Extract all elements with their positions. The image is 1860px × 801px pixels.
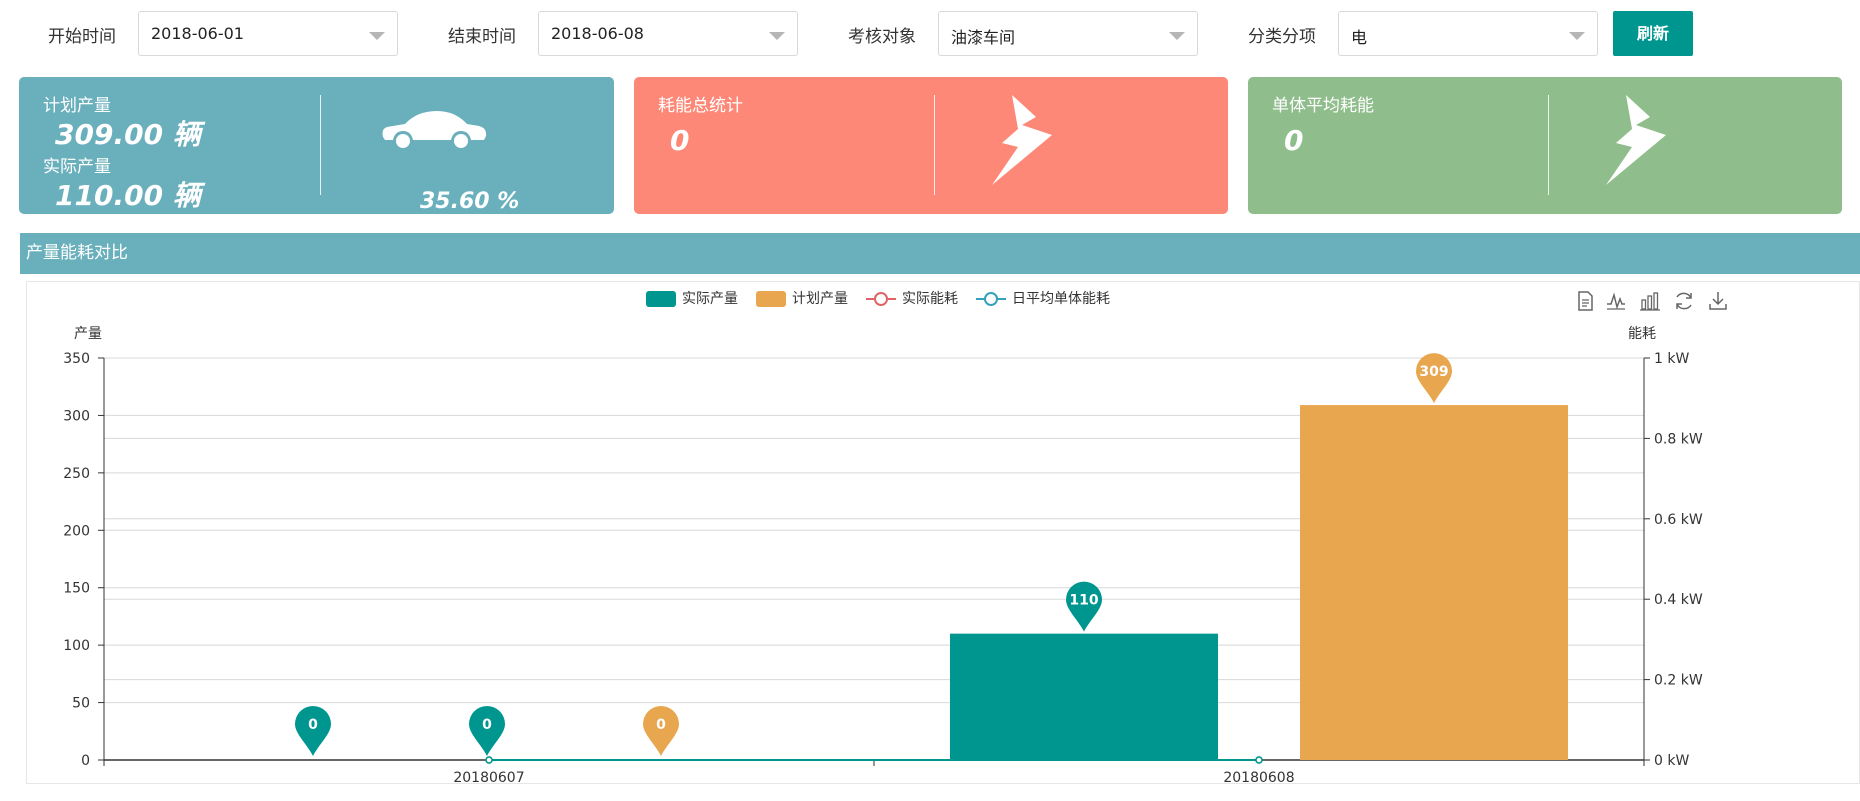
legend-label: 计划产量 bbox=[792, 291, 848, 307]
end-time-label: 结束时间 bbox=[448, 27, 516, 47]
section-title: 产量能耗对比 bbox=[20, 233, 1860, 274]
card-divider bbox=[934, 95, 935, 195]
target-value: 油漆车间 bbox=[951, 28, 1016, 47]
target-label: 考核对象 bbox=[848, 27, 916, 47]
chart-panel bbox=[26, 281, 1860, 784]
filter-bar: 开始时间 2018-06-01 结束时间 2018-06-08 考核对象 油漆车… bbox=[0, 0, 1860, 70]
category-select[interactable]: 电 bbox=[1338, 11, 1598, 56]
completion-percent: 35.60 % bbox=[420, 189, 520, 214]
legend-item[interactable]: 计划产量 bbox=[756, 288, 848, 308]
energy-total-card: 耗能总统计 0 bbox=[634, 77, 1228, 214]
chevron-down-icon bbox=[369, 32, 385, 40]
legend-swatch bbox=[646, 291, 676, 307]
chevron-down-icon bbox=[769, 32, 785, 40]
car-icon bbox=[379, 107, 489, 153]
legend-swatch bbox=[756, 291, 786, 307]
production-card: 计划产量 309.00 辆 实际产量 110.00 辆 35.60 % bbox=[19, 77, 614, 214]
start-time-label: 开始时间 bbox=[48, 27, 116, 47]
chevron-down-icon bbox=[1569, 32, 1585, 40]
line-chart-icon[interactable] bbox=[1605, 290, 1627, 312]
lightning-icon bbox=[988, 95, 1054, 189]
card-divider bbox=[320, 95, 321, 195]
legend-swatch bbox=[976, 292, 1006, 306]
end-date-value: 2018-06-08 bbox=[551, 24, 644, 43]
refresh-button[interactable]: 刷新 bbox=[1613, 11, 1693, 56]
chevron-down-icon bbox=[1169, 32, 1185, 40]
start-date-select[interactable]: 2018-06-01 bbox=[138, 11, 398, 56]
target-select[interactable]: 油漆车间 bbox=[938, 11, 1198, 56]
category-value: 电 bbox=[1351, 28, 1368, 47]
legend-swatch bbox=[866, 292, 896, 306]
start-date-value: 2018-06-01 bbox=[151, 24, 244, 43]
energy-total-label: 耗能总统计 bbox=[658, 96, 743, 116]
legend-label: 日平均单体能耗 bbox=[1012, 291, 1110, 307]
legend-label: 实际能耗 bbox=[902, 291, 958, 307]
download-icon[interactable] bbox=[1707, 290, 1729, 312]
card-divider bbox=[1548, 95, 1549, 195]
unit-average-value: 0 bbox=[1284, 124, 1304, 157]
planned-output-value: 309.00 辆 bbox=[55, 118, 201, 151]
actual-output-value: 110.00 辆 bbox=[55, 179, 201, 212]
bar-chart-icon[interactable] bbox=[1639, 290, 1661, 312]
legend-item[interactable]: 实际产量 bbox=[646, 288, 738, 308]
category-label: 分类分项 bbox=[1248, 27, 1316, 47]
legend-item[interactable]: 实际能耗 bbox=[866, 288, 958, 308]
energy-total-value: 0 bbox=[670, 124, 690, 157]
legend-label: 实际产量 bbox=[682, 291, 738, 307]
unit-average-label: 单体平均耗能 bbox=[1272, 96, 1374, 116]
restore-icon[interactable] bbox=[1673, 290, 1695, 312]
data-view-icon[interactable] bbox=[1574, 290, 1596, 312]
unit-average-card: 单体平均耗能 0 bbox=[1248, 77, 1842, 214]
lightning-icon bbox=[1602, 95, 1668, 189]
end-date-select[interactable]: 2018-06-08 bbox=[538, 11, 798, 56]
legend-item[interactable]: 日平均单体能耗 bbox=[976, 288, 1110, 308]
